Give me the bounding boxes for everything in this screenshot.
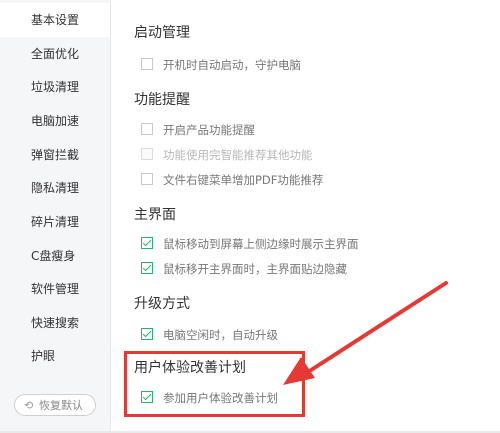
annotation-arrow-icon — [283, 281, 448, 385]
